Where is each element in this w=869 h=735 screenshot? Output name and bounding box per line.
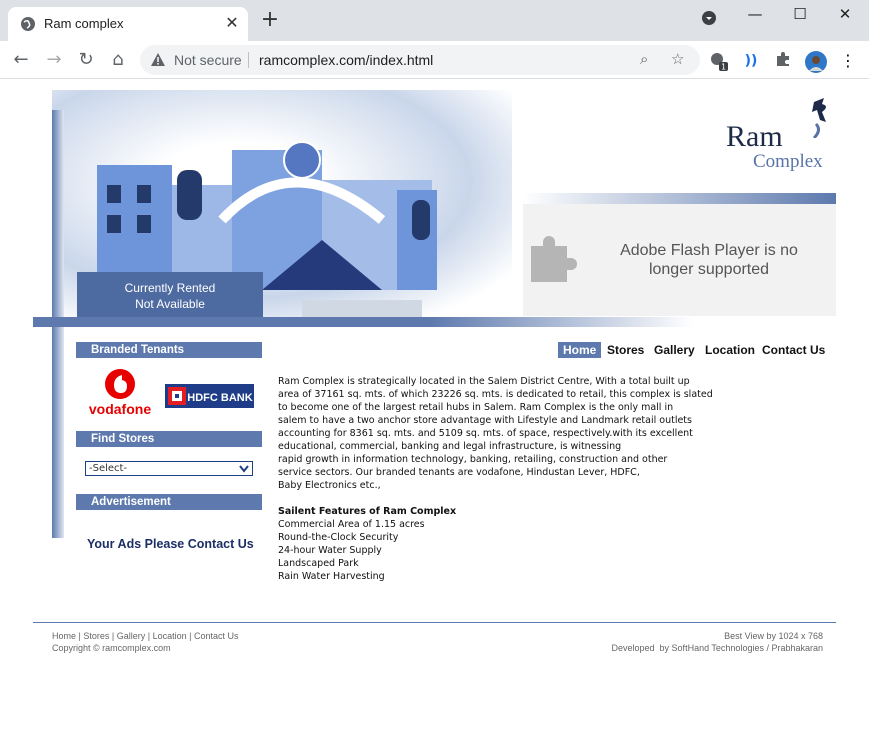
security-label[interactable]: Not secure (174, 52, 242, 68)
footer-divider (33, 622, 836, 623)
footer-links: Home | Stores | Gallery | Location | Con… (52, 630, 238, 642)
nav-contact-us[interactable]: Contact Us (762, 342, 825, 358)
nav-location[interactable]: Location (705, 342, 755, 358)
extensions-puzzle-icon[interactable] (773, 51, 793, 71)
logo-r-mark-icon (812, 98, 826, 138)
address-bar[interactable]: Not secure ramcomplex.com/index.html ⌕ ☆ (140, 45, 700, 75)
intro-line: Baby Electronics etc., (278, 480, 381, 491)
nav-gallery[interactable]: Gallery (654, 342, 695, 358)
ads-contact-link[interactable]: Your Ads Please Contact Us (87, 537, 254, 551)
extension-badge-icon[interactable]: 1 (709, 51, 729, 72)
footer-separator: | (145, 631, 153, 641)
feature-item: Commercial Area of 1.15 acres (278, 519, 425, 530)
feature-item: Landscaped Park (278, 558, 359, 569)
web-page: Currently Rented Not Available Ram Compl… (0, 80, 869, 735)
logo-ram[interactable]: Ram (726, 120, 783, 154)
extension-badge-count: 1 (721, 63, 726, 72)
home-icon[interactable]: ⌂ (106, 49, 130, 71)
bookmark-star-icon[interactable]: ☆ (671, 50, 684, 68)
footer-best-view: Best View by 1024 x 768 (724, 631, 823, 641)
features-title: Sailent Features of Ram Complex (278, 506, 457, 517)
find-stores-heading: Find Stores (76, 431, 262, 447)
window-close-icon[interactable]: ✕ (830, 4, 860, 24)
rented-notice: Currently Rented Not Available (77, 272, 263, 317)
tab-title: Ram complex (44, 16, 124, 31)
footer-link-home[interactable]: Home (52, 631, 76, 641)
menu-dots-icon[interactable]: ⋮ (838, 51, 858, 71)
chevron-down-icon (239, 465, 249, 473)
hdfc-bank-logo[interactable]: HDFC BANK (165, 384, 254, 408)
feature-item: Rain Water Harvesting (278, 571, 385, 582)
intro-line: accounting for 8361 sq. mts. and 5109 sq… (278, 428, 693, 439)
cast-icon[interactable]: )) (741, 51, 761, 71)
footer-link-stores[interactable]: Stores (83, 631, 109, 641)
minimize-icon[interactable]: — (740, 4, 770, 24)
intro-line: service sectors. Our branded tenants are… (278, 467, 640, 478)
plugin-puzzle-icon (531, 236, 577, 282)
footer-link-gallery[interactable]: Gallery (117, 631, 146, 641)
advertisement-heading: Advertisement (76, 494, 262, 510)
browser-toolbar: ← → ↻ ⌂ Not secure ramcomplex.com/index.… (0, 41, 869, 79)
nav-stores[interactable]: Stores (607, 342, 644, 358)
intro-line: rapid growth in information technology, … (278, 454, 668, 465)
intro-line: salem to have a two anchor store advanta… (278, 415, 692, 426)
browser-titlebar: Ram complex ✕ + — ☐ ✕ (0, 0, 869, 41)
intro-line: to become one of the largest retail hubs… (278, 402, 674, 413)
branded-tenants-heading: Branded Tenants (76, 342, 262, 358)
intro-line: educational, commercial, banking and leg… (278, 441, 622, 452)
footer-developed: Developed by SoftHand Technologies / Pra… (611, 643, 823, 653)
browser-tab[interactable]: Ram complex ✕ (8, 7, 248, 41)
back-icon[interactable]: ← (9, 49, 33, 71)
new-tab-button[interactable]: + (258, 9, 282, 31)
feature-item: Round-the-Clock Security (278, 532, 399, 543)
feature-item: 24-hour Water Supply (278, 545, 382, 556)
intro-line: Ram Complex is strategically located in … (278, 376, 690, 387)
footer-copyright: Copyright © ramcomplex.com (52, 643, 171, 653)
tab-close-icon[interactable]: ✕ (222, 13, 242, 33)
globe-icon (21, 17, 35, 31)
footer-link-location[interactable]: Location (153, 631, 187, 641)
forward-icon[interactable]: → (42, 49, 66, 71)
nav-home[interactable]: Home (558, 342, 602, 358)
flash-message: Adobe Flash Player is no longer supporte… (620, 242, 798, 278)
warning-icon[interactable] (150, 52, 166, 68)
reload-icon[interactable]: ↻ (74, 49, 98, 71)
flash-header-bar (523, 193, 836, 204)
zoom-icon[interactable]: ⌕ (640, 50, 648, 68)
footer-link-contact[interactable]: Contact Us (194, 631, 239, 641)
vodafone-logo[interactable]: vodafone (84, 367, 156, 417)
rented-line-1: Currently Rented (124, 281, 216, 295)
tab-search-icon[interactable] (694, 10, 724, 30)
maximize-icon[interactable]: ☐ (785, 4, 815, 24)
intro-line: area of 37161 sq. mts. of which 23226 sq… (278, 389, 713, 400)
store-select[interactable]: -Select- (85, 461, 253, 476)
logo-complex[interactable]: Complex (753, 151, 823, 173)
decorative-horizontal-bar (33, 317, 693, 327)
flash-placeholder[interactable]: Adobe Flash Player is no longer supporte… (523, 204, 836, 316)
address-divider (248, 52, 249, 68)
url-text[interactable]: ramcomplex.com/index.html (259, 52, 433, 68)
intro-content: Ram Complex is strategically located in … (278, 375, 738, 583)
store-select-value: -Select- (89, 463, 128, 474)
rented-line-2: Not Available (135, 297, 205, 311)
vodafone-wordmark: vodafone (89, 401, 151, 417)
profile-avatar[interactable] (805, 51, 827, 73)
footer-separator: | (109, 631, 117, 641)
footer-separator: | (186, 631, 194, 641)
hdfc-wordmark: HDFC BANK (187, 392, 252, 404)
